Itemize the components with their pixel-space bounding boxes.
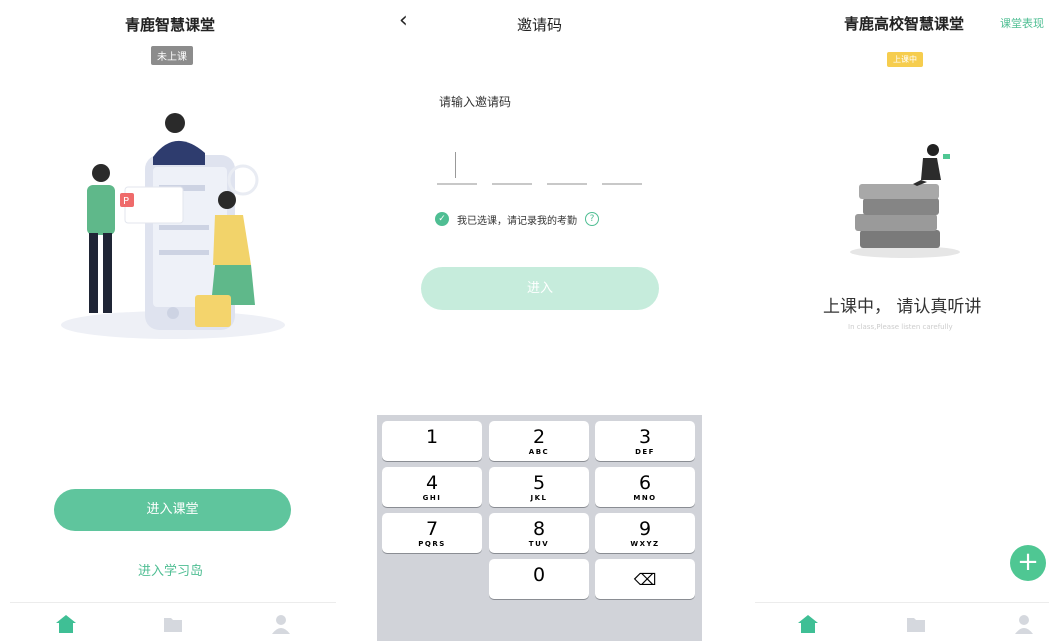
folder-icon[interactable] bbox=[162, 613, 184, 635]
code-input-cell-1[interactable] bbox=[437, 183, 477, 185]
keypad-key-2[interactable]: 2 ABC bbox=[489, 421, 589, 461]
attendance-consent[interactable]: ✓ 我已选课，请记录我的考勤 ? bbox=[435, 210, 599, 228]
key-digit: 6 bbox=[638, 472, 652, 494]
key-letters: WXYZ bbox=[630, 540, 660, 548]
key-letters: MNO bbox=[633, 494, 657, 502]
key-digit: 9 bbox=[638, 518, 652, 540]
home-icon[interactable] bbox=[797, 613, 819, 635]
status-badge: 未上课 bbox=[151, 46, 193, 65]
tab-bar bbox=[10, 602, 336, 641]
keypad-key-0[interactable]: 0 bbox=[489, 559, 589, 599]
invite-code-prompt: 请输入邀请码 bbox=[439, 95, 512, 109]
check-icon[interactable]: ✓ bbox=[435, 212, 449, 226]
add-button[interactable]: + bbox=[1010, 545, 1046, 581]
home-screen-in-class: 青鹿高校智慧课堂 课堂表现 上课中 上课中， 请认真听讲 In class,Pl… bbox=[745, 0, 1059, 641]
enter-button[interactable]: 进入 bbox=[421, 267, 659, 310]
keypad-key-3[interactable]: 3 DEF bbox=[595, 421, 695, 461]
key-digit: 4 bbox=[425, 472, 439, 494]
code-input-cell-3[interactable] bbox=[547, 183, 587, 185]
classroom-illustration: P bbox=[61, 113, 285, 339]
help-icon[interactable]: ? bbox=[585, 212, 599, 226]
backspace-icon: ⌫ bbox=[633, 570, 657, 589]
key-letters: TUV bbox=[528, 540, 550, 548]
keypad-key-1[interactable]: 1 bbox=[382, 421, 482, 461]
page-title: 青鹿高校智慧课堂 bbox=[844, 15, 965, 33]
backspace-key[interactable]: ⌫ bbox=[595, 559, 695, 599]
key-digit: 1 bbox=[425, 426, 439, 448]
page-title: 邀请码 bbox=[517, 16, 563, 34]
numeric-keypad: 1 2 ABC 3 DEF 4 GHI 5 JKL 6 MNO 7 PQRS 8 TUV 9 WXYZ 0 ⌫ bbox=[377, 415, 702, 641]
class-performance-link[interactable]: 课堂表现 bbox=[1000, 15, 1044, 31]
tab-bar bbox=[755, 602, 1049, 641]
keypad-key-7[interactable]: 7 PQRS bbox=[382, 513, 482, 553]
invite-code-screen: ‹ 邀请码 请输入邀请码 ✓ 我已选课，请记录我的考勤 ? 进入 1 2 ABC 3 D… bbox=[377, 0, 702, 641]
keypad-key-8[interactable]: 8 TUV bbox=[489, 513, 589, 553]
key-digit: 7 bbox=[425, 518, 439, 540]
key-letters: ABC bbox=[528, 448, 550, 456]
class-status-subtitle: In class,Please listen carefully bbox=[848, 323, 953, 331]
enter-island-link[interactable]: 进入学习岛 bbox=[138, 560, 203, 579]
code-input-cell-4[interactable] bbox=[602, 183, 642, 185]
keypad-key-9[interactable]: 9 WXYZ bbox=[595, 513, 695, 553]
folder-icon[interactable] bbox=[905, 613, 927, 635]
key-letters: PQRS bbox=[418, 540, 446, 548]
keypad-key-4[interactable]: 4 GHI bbox=[382, 467, 482, 507]
enter-class-button[interactable]: 进入课堂 bbox=[54, 489, 291, 531]
key-letters: DEF bbox=[635, 448, 655, 456]
status-badge: 上课中 bbox=[887, 52, 923, 67]
home-icon[interactable] bbox=[55, 613, 77, 635]
key-digit: 0 bbox=[532, 564, 546, 586]
back-chevron-icon[interactable]: ‹ bbox=[399, 8, 408, 33]
key-digit: 8 bbox=[532, 518, 546, 540]
code-input-cell-2[interactable] bbox=[492, 183, 532, 185]
key-digit: 2 bbox=[532, 426, 546, 448]
key-letters: GHI bbox=[422, 494, 442, 502]
user-icon[interactable] bbox=[1013, 613, 1035, 635]
key-letters: JKL bbox=[530, 494, 548, 502]
page-title: 青鹿智慧课堂 bbox=[125, 16, 216, 34]
reading-on-books-illustration bbox=[850, 144, 960, 258]
svg-text:P: P bbox=[123, 196, 129, 207]
keypad-key-5[interactable]: 5 JKL bbox=[489, 467, 589, 507]
input-caret bbox=[455, 152, 456, 178]
home-screen-idle: 青鹿智慧课堂 未上课 P 进入课堂 进入学习岛 bbox=[0, 0, 346, 641]
keypad-empty bbox=[382, 559, 482, 599]
consent-label: 我已选课，请记录我的考勤 bbox=[457, 215, 577, 227]
keypad-key-6[interactable]: 6 MNO bbox=[595, 467, 695, 507]
key-digit: 3 bbox=[638, 426, 652, 448]
class-status-text: 上课中， 请认真听讲 bbox=[823, 297, 982, 317]
user-icon[interactable] bbox=[270, 613, 292, 635]
key-digit: 5 bbox=[532, 472, 546, 494]
